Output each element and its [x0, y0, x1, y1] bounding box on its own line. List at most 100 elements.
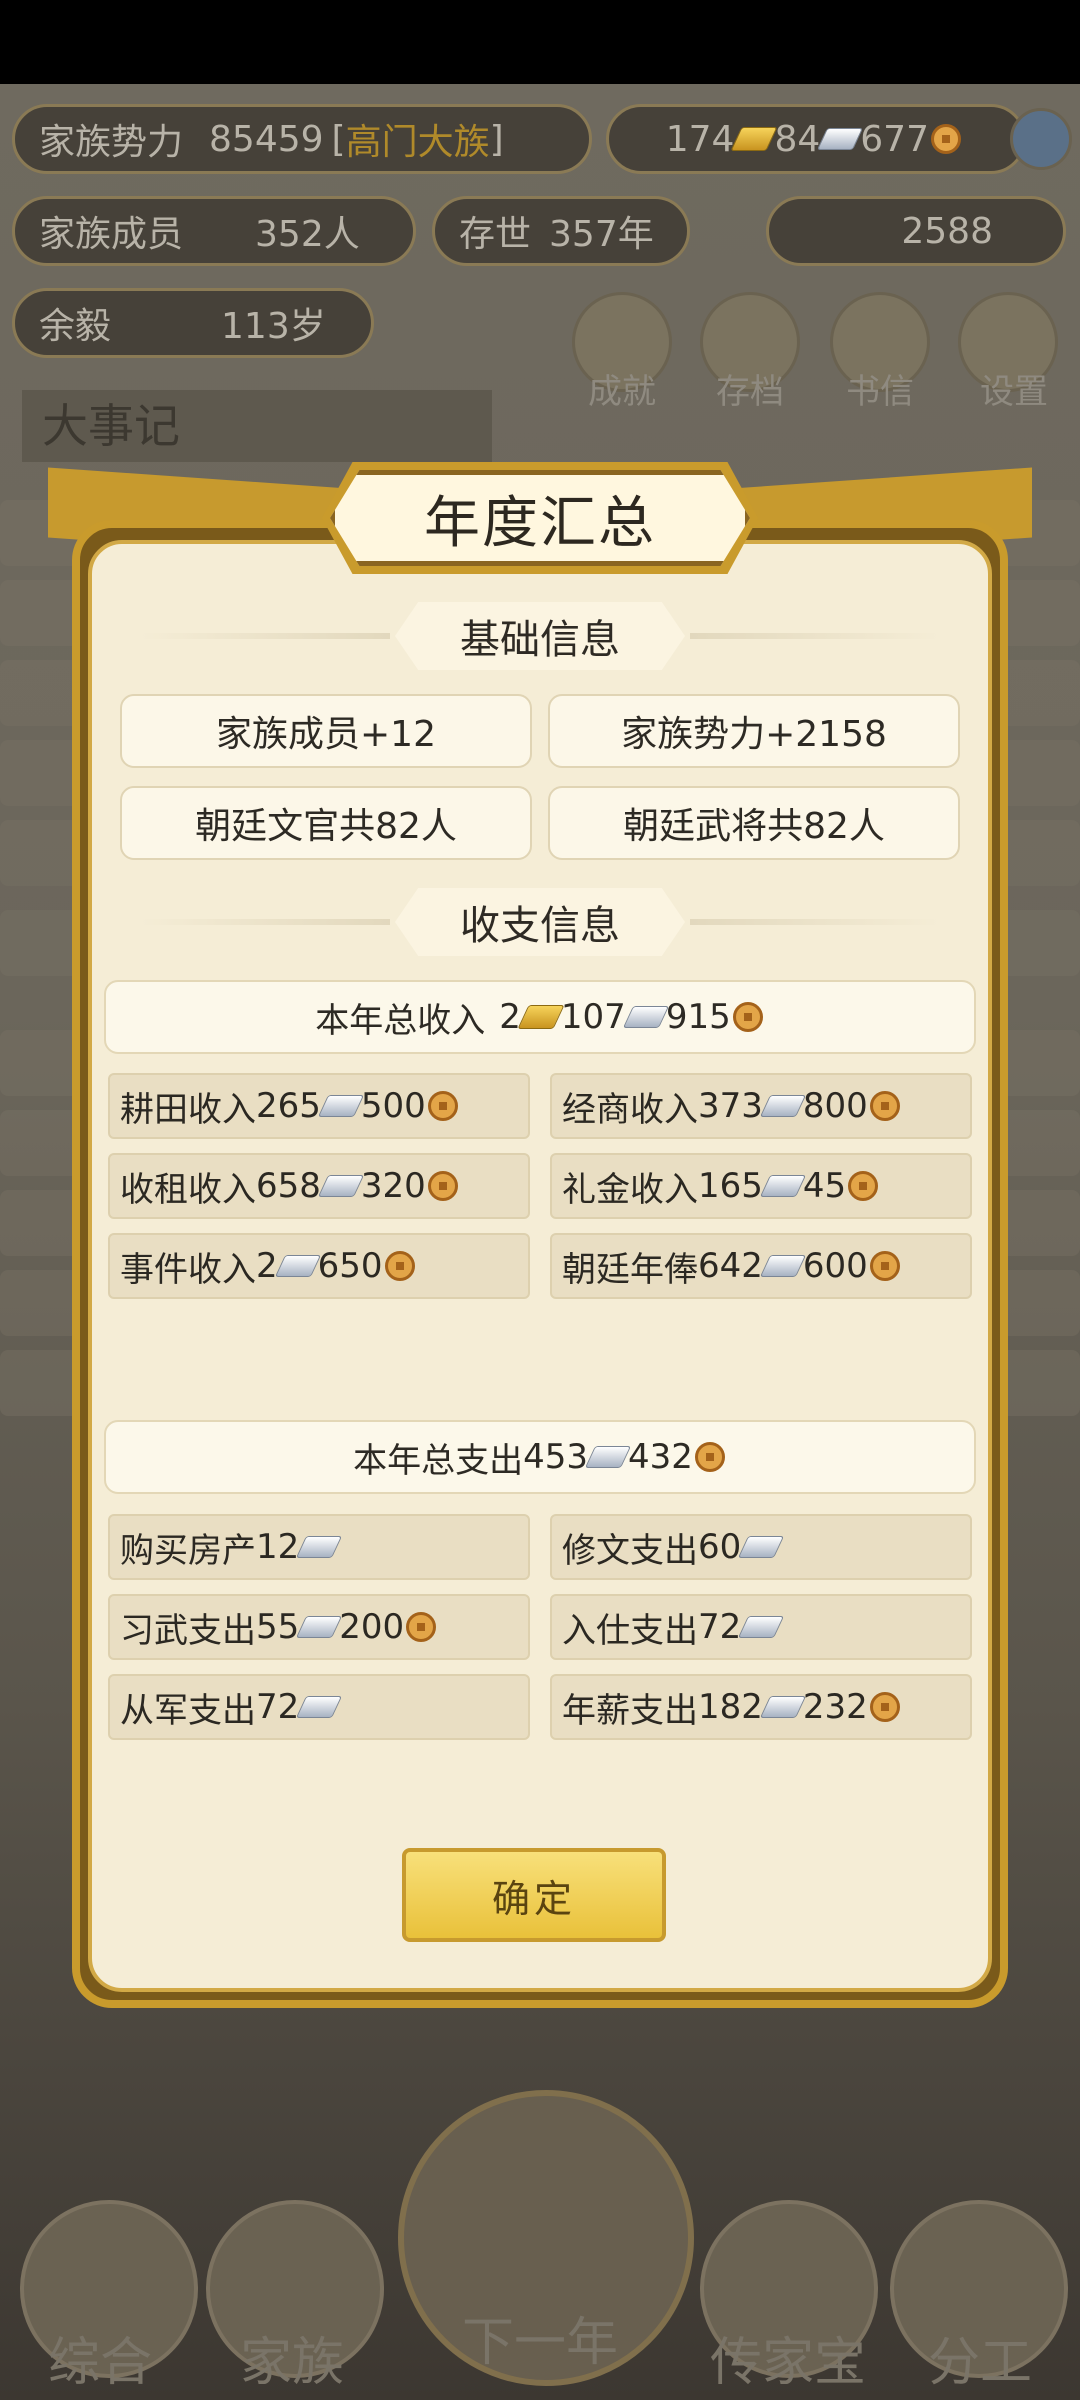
basic-info-heading: 基础信息 — [395, 602, 685, 670]
silver-icon — [738, 1616, 785, 1638]
family-power-pill: 家族势力 85459 [高门大族] — [12, 104, 592, 174]
letter-label: 书信 — [846, 372, 914, 412]
item-silver: 165 — [698, 1166, 763, 1206]
item-label: 从军支出 — [120, 1690, 256, 1731]
silver-icon — [317, 1175, 365, 1197]
coin-icon — [869, 1692, 900, 1722]
coin-icon — [869, 1091, 900, 1121]
silver-icon — [759, 1175, 807, 1197]
divider — [690, 633, 940, 639]
item-silver: 60 — [698, 1527, 742, 1567]
expense-silver: 453 — [523, 1437, 588, 1477]
silver-icon — [296, 1696, 343, 1718]
item-silver: 642 — [698, 1246, 763, 1286]
gold-icon — [517, 1005, 565, 1029]
item-label: 收租收入 — [120, 1169, 256, 1210]
item-coin: 800 — [802, 1086, 868, 1126]
gold-icon — [730, 127, 779, 151]
income-total: 本年总收入 2 107 915 — [104, 980, 976, 1054]
silver-icon — [759, 1095, 807, 1117]
item-coin: 500 — [360, 1086, 426, 1126]
nav-family-label: 家族 — [239, 2333, 344, 2393]
income-item: 耕田收入 265 500 — [108, 1073, 530, 1139]
expense-total: 本年总支出 453 432 — [104, 1420, 976, 1494]
survival-label: 存世 — [459, 214, 532, 255]
nav-division-label: 分工 — [927, 2333, 1032, 2393]
survival-value: 357年 — [549, 214, 654, 255]
nav-heirloom-label: 传家宝 — [709, 2333, 866, 2393]
coin-count: 677 — [860, 118, 929, 160]
item-label: 修文支出 — [562, 1530, 698, 1571]
income-item: 收租收入 658 320 — [108, 1153, 530, 1219]
coin-icon — [931, 124, 961, 154]
power-change: 家族势力+2158 — [548, 694, 960, 768]
events-title: 大事记 — [22, 390, 492, 462]
silver-icon — [584, 1446, 632, 1468]
members-value: 352人 — [255, 214, 360, 255]
coin-icon — [406, 1612, 437, 1642]
silver-icon — [317, 1095, 365, 1117]
expense-item: 习武支出 55 200 — [108, 1594, 530, 1660]
elder-pill: 余毅 113岁 — [12, 288, 374, 358]
confirm-button[interactable]: 确定 — [402, 1848, 666, 1942]
elder-age: 113岁 — [221, 306, 326, 347]
achievement-label: 成就 — [588, 372, 656, 412]
item-label: 购买房产 — [120, 1530, 256, 1571]
income-item: 经商收入 373 800 — [550, 1073, 972, 1139]
silver-icon — [296, 1536, 343, 1558]
item-coin: 320 — [360, 1166, 426, 1206]
expense-total-label: 本年总支出 — [353, 1440, 524, 1481]
item-coin: 650 — [317, 1246, 383, 1286]
nav-overview-label: 综合 — [47, 2333, 152, 2393]
item-coin: 200 — [339, 1607, 405, 1647]
item-label: 事件收入 — [120, 1249, 256, 1290]
income-gold: 2 — [499, 997, 521, 1037]
item-label: 经商收入 — [562, 1089, 698, 1130]
income-item: 事件收入 2 650 — [108, 1233, 530, 1299]
divider — [690, 919, 940, 925]
item-silver: 55 — [256, 1607, 300, 1647]
members-label: 家族成员 — [39, 214, 184, 255]
family-power-value: 85459 — [209, 118, 324, 160]
silver-icon — [738, 1536, 785, 1558]
coin-icon — [869, 1251, 900, 1281]
modal-title: 年度汇总 — [330, 470, 750, 566]
item-silver: 182 — [698, 1687, 763, 1727]
income-coin: 915 — [665, 997, 731, 1037]
income-item: 朝廷年俸 642 600 — [550, 1233, 972, 1299]
item-label: 年薪支出 — [562, 1690, 698, 1731]
nav-next-year-label: 下一年 — [461, 2313, 618, 2373]
item-silver: 72 — [698, 1607, 742, 1647]
expense-coin: 432 — [628, 1437, 693, 1477]
coin-icon — [384, 1251, 415, 1281]
members-change: 家族成员+12 — [120, 694, 532, 768]
civil-officials: 朝廷文官共82人 — [120, 786, 532, 860]
settings-label: 设置 — [980, 372, 1048, 412]
family-rank: 高门大族 — [345, 122, 490, 163]
expense-item: 从军支出 72 — [108, 1674, 530, 1740]
item-label: 入仕支出 — [562, 1610, 698, 1651]
silver-icon — [622, 1006, 669, 1028]
income-silver: 107 — [560, 997, 626, 1037]
military-generals: 朝廷武将共82人 — [548, 786, 960, 860]
help-icon[interactable] — [1010, 108, 1072, 170]
income-item: 礼金收入 165 45 — [550, 1153, 972, 1219]
expense-item: 修文支出 60 — [550, 1514, 972, 1580]
silver-icon — [817, 128, 864, 150]
members-pill: 家族成员 352人 — [12, 196, 416, 266]
ingot-pill: 2588 — [766, 196, 1066, 266]
item-silver: 373 — [698, 1086, 763, 1126]
family-power-label: 家族势力 — [39, 122, 184, 163]
item-silver: 12 — [256, 1527, 300, 1567]
coin-icon — [427, 1171, 458, 1201]
item-silver: 72 — [256, 1687, 300, 1727]
item-silver: 2 — [256, 1246, 278, 1286]
finance-info-heading: 收支信息 — [395, 888, 685, 956]
item-silver: 658 — [256, 1166, 321, 1206]
coin-icon — [848, 1171, 879, 1201]
item-silver: 265 — [256, 1086, 321, 1126]
divider — [140, 633, 390, 639]
income-total-label: 本年总收入 — [315, 1000, 486, 1041]
silver-icon — [759, 1255, 807, 1277]
item-label: 习武支出 — [120, 1610, 256, 1651]
